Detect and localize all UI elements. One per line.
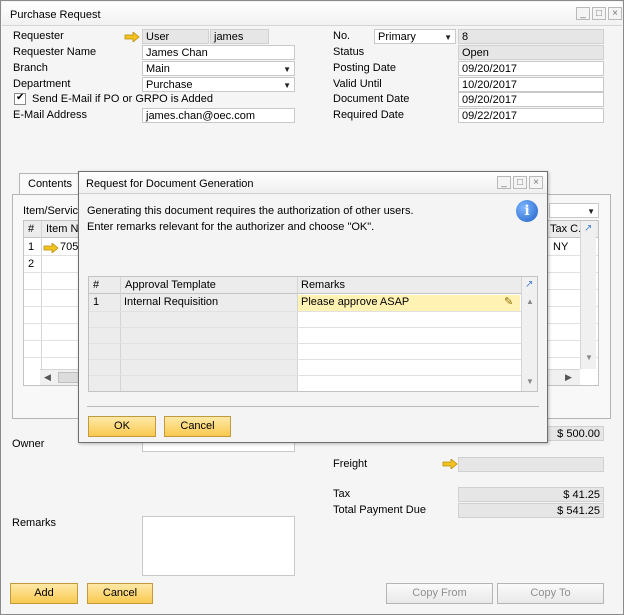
col-item-no-header[interactable]: Item No. bbox=[46, 221, 82, 238]
branch-dropdown[interactable]: Main bbox=[142, 61, 295, 76]
link-arrow-icon[interactable] bbox=[124, 32, 140, 42]
dialog-close-icon[interactable]: × bbox=[529, 176, 543, 189]
row-remarks: Please approve ASAP bbox=[301, 296, 410, 308]
minimize-icon[interactable]: _ bbox=[576, 7, 590, 20]
series-dropdown[interactable]: Primary bbox=[374, 29, 456, 44]
scroll-down-icon[interactable]: ▼ bbox=[585, 353, 593, 362]
window-title: Purchase Request bbox=[10, 9, 101, 21]
row-approval-template: Internal Requisition bbox=[124, 296, 219, 308]
scroll-right-icon[interactable]: ▶ bbox=[565, 372, 572, 383]
tab-contents[interactable]: Contents bbox=[19, 173, 85, 195]
grid-divider bbox=[89, 327, 537, 328]
item-service-type-dropdown[interactable] bbox=[549, 203, 599, 218]
dialog-title-bar: Request for Document Generation _ □ × bbox=[79, 172, 547, 194]
edit-pencil-icon[interactable]: ✎ bbox=[504, 295, 513, 308]
dialog-minimize-icon[interactable]: _ bbox=[497, 176, 511, 189]
add-button[interactable]: Add bbox=[10, 583, 78, 604]
approval-grid-header: # Approval Template Remarks bbox=[89, 277, 537, 294]
row-num: 1 bbox=[28, 241, 35, 253]
total-payment-field[interactable]: $ 541.25 bbox=[458, 503, 604, 518]
remarks-cell[interactable]: Please approve ASAP ✎ bbox=[298, 295, 520, 311]
requester-name-field[interactable]: James Chan bbox=[142, 45, 295, 60]
maximize-icon[interactable]: □ bbox=[592, 7, 606, 20]
copy-to-button[interactable]: Copy To bbox=[497, 583, 604, 604]
scroll-up-icon[interactable]: ▲ bbox=[526, 297, 534, 306]
dialog-message-line1: Generating this document requires the au… bbox=[87, 205, 414, 217]
posting-date-label: Posting Date bbox=[333, 62, 396, 74]
status-label: Status bbox=[333, 46, 365, 58]
department-label: Department bbox=[13, 78, 71, 90]
info-icon: i bbox=[516, 200, 538, 222]
row-num: 1 bbox=[93, 296, 100, 308]
remarks-label: Remarks bbox=[12, 517, 57, 529]
grid-divider bbox=[89, 359, 537, 360]
dialog-title: Request for Document Generation bbox=[86, 178, 254, 190]
copy-from-button[interactable]: Copy From bbox=[386, 583, 493, 604]
valid-until-label: Valid Until bbox=[333, 78, 382, 90]
required-date-field[interactable]: 09/22/2017 bbox=[458, 108, 604, 123]
send-email-checkbox[interactable] bbox=[14, 92, 26, 105]
title-bar: Purchase Request _ □ × bbox=[2, 2, 622, 26]
grid-divider bbox=[41, 221, 42, 385]
document-date-field[interactable]: 09/20/2017 bbox=[458, 92, 604, 107]
doc-number-field[interactable]: 8 bbox=[458, 29, 604, 44]
email-field[interactable]: james.chan@oec.com bbox=[142, 108, 295, 123]
approval-grid: # Approval Template Remarks 1 Internal R… bbox=[88, 276, 538, 392]
owner-label: Owner bbox=[12, 438, 45, 450]
col-num-header[interactable]: # bbox=[93, 277, 99, 294]
link-arrow-icon[interactable] bbox=[442, 459, 458, 469]
row-num: 2 bbox=[28, 258, 35, 270]
no-label: No. bbox=[333, 30, 351, 42]
requester-label: Requester bbox=[13, 30, 64, 42]
dialog-maximize-icon[interactable]: □ bbox=[513, 176, 527, 189]
dialog-cancel-button[interactable]: Cancel bbox=[164, 416, 231, 437]
dialog-separator bbox=[87, 406, 539, 407]
dialog-ok-button[interactable]: OK bbox=[88, 416, 156, 437]
grid-divider bbox=[89, 343, 537, 344]
scroll-down-icon[interactable]: ▼ bbox=[526, 377, 534, 386]
col-num-header[interactable]: # bbox=[28, 221, 34, 238]
email-label: E-Mail Address bbox=[13, 109, 87, 121]
required-date-label: Required Date bbox=[333, 109, 404, 121]
item-service-label: Item/Service bbox=[23, 205, 85, 217]
expand-icon[interactable]: ↗ bbox=[584, 223, 592, 234]
dialog-message-line2: Enter remarks relevant for the authorize… bbox=[87, 221, 375, 233]
requester-type-field[interactable]: User bbox=[142, 29, 209, 44]
total-payment-label: Total Payment Due bbox=[333, 504, 426, 516]
tax-field[interactable]: $ 41.25 bbox=[458, 487, 604, 502]
requester-field[interactable]: james bbox=[210, 29, 269, 44]
tax-label: Tax bbox=[333, 488, 351, 500]
dialog-vertical-scrollbar[interactable]: ↗ ▲ ▼ bbox=[521, 277, 537, 391]
grid-divider bbox=[89, 311, 537, 312]
close-icon[interactable]: × bbox=[608, 7, 622, 20]
col-tax-code-header[interactable]: Tax C... bbox=[550, 221, 582, 238]
status-field[interactable]: Open bbox=[458, 45, 604, 60]
col-remarks-header[interactable]: Remarks bbox=[301, 277, 345, 294]
row-item-no: 705 bbox=[60, 241, 79, 253]
branch-label: Branch bbox=[13, 62, 48, 74]
freight-label: Freight bbox=[333, 458, 368, 470]
request-document-generation-dialog: Request for Document Generation _ □ × Ge… bbox=[78, 171, 548, 443]
cancel-button[interactable]: Cancel bbox=[87, 583, 153, 604]
send-email-label: Send E-Mail if PO or GRPO is Added bbox=[32, 93, 213, 105]
department-dropdown[interactable]: Purchase bbox=[142, 77, 295, 92]
row-tax-code: NY bbox=[553, 241, 569, 253]
vertical-scrollbar[interactable]: ↗ ▼ bbox=[580, 221, 596, 369]
tab-contents-label: Contents bbox=[28, 178, 73, 190]
freight-field[interactable] bbox=[458, 457, 604, 472]
link-arrow-icon[interactable] bbox=[43, 243, 59, 253]
valid-until-field[interactable]: 10/20/2017 bbox=[458, 77, 604, 92]
posting-date-field[interactable]: 09/20/2017 bbox=[458, 61, 604, 76]
grid-divider bbox=[89, 375, 537, 376]
document-date-label: Document Date bbox=[333, 93, 410, 105]
remarks-textarea[interactable] bbox=[142, 516, 295, 576]
scroll-left-icon[interactable]: ◀ bbox=[44, 372, 51, 383]
expand-icon[interactable]: ↗ bbox=[525, 279, 533, 290]
col-approval-template-header[interactable]: Approval Template bbox=[125, 277, 216, 294]
grid-divider bbox=[120, 277, 121, 391]
requester-name-label: Requester Name bbox=[13, 46, 97, 58]
